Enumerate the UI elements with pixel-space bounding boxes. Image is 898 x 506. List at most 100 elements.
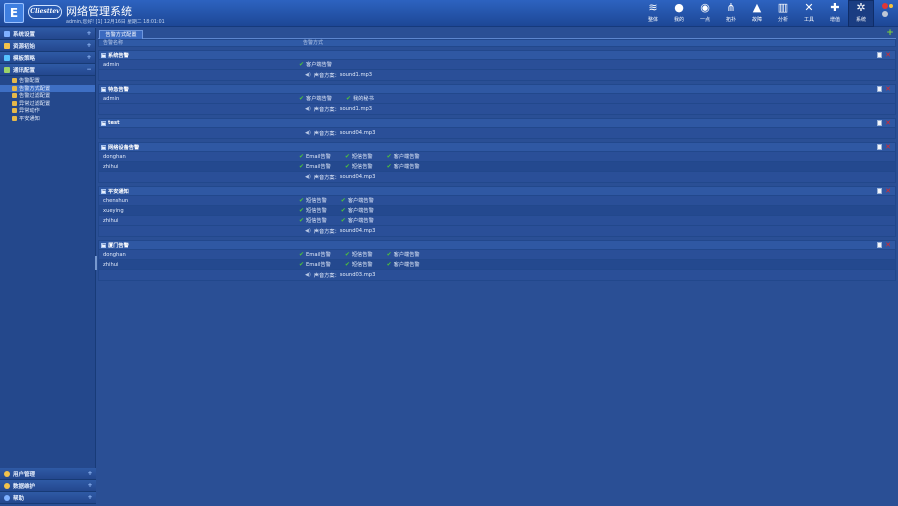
nav-dots[interactable]: ◉ 一点 (692, 0, 718, 27)
alarm-group: − test ✕ ◀) 声音方案： sound04.mp3 (98, 118, 896, 139)
sidebar-section[interactable]: 系统设置 + (0, 28, 95, 40)
status-red-icon[interactable] (882, 3, 888, 9)
check-icon: ✔ (299, 162, 305, 170)
collapse-icon[interactable]: − (101, 242, 106, 248)
dots-icon: ◉ (700, 1, 710, 14)
method-list: ✔ Email告警 ✔ 短信告警 ✔ 客户端告警 (299, 163, 420, 170)
sidebar-section[interactable]: 资源初始 + (0, 40, 95, 52)
speaker-icon: ◀) (305, 130, 311, 136)
sidebar-item[interactable]: 平安通知 (0, 115, 95, 123)
group-header[interactable]: − 厦门告警 ✕ (99, 241, 895, 250)
alarm-method: ✔ 短信告警 (299, 207, 327, 214)
sidebar-item[interactable]: 异常过滤配置 (0, 100, 95, 108)
table-row[interactable]: zhihui ✔ 短信告警 ✔ 客户端告警 (99, 216, 895, 226)
edit-icon[interactable] (877, 242, 882, 248)
table-row[interactable]: admin ✔ 客户端告警 ✔ 我的秘书 (99, 94, 895, 104)
sidebar-section[interactable]: 模板策略 + (0, 52, 95, 64)
table-row[interactable]: donghan ✔ Email告警 ✔ 短信告警 ✔ 客户端告警 (99, 250, 895, 260)
add-button[interactable]: + (886, 29, 894, 38)
expand-toggle-icon[interactable]: + (86, 31, 92, 37)
expand-toggle-icon[interactable]: + (86, 55, 92, 61)
method-label: 客户端告警 (393, 262, 420, 268)
expand-toggle-icon[interactable]: + (87, 471, 93, 477)
group-header[interactable]: − 系统告警 ✕ (99, 51, 895, 60)
check-icon: ✔ (340, 206, 346, 214)
method-label: 短信告警 (351, 262, 373, 268)
alarm-method: ✔ 客户端告警 (387, 163, 420, 170)
check-icon: ✔ (344, 152, 350, 160)
sidebar-item[interactable]: 告警过滤配置 (0, 92, 95, 100)
expand-toggle-icon[interactable]: + (87, 483, 93, 489)
collapse-icon[interactable]: − (101, 188, 106, 194)
nav-plus[interactable]: ✚ 增值 (822, 0, 848, 27)
sidebar-item[interactable]: 异常动作 (0, 107, 95, 115)
check-icon: ✔ (299, 216, 305, 224)
edit-icon[interactable] (877, 52, 882, 58)
delete-icon[interactable]: ✕ (885, 144, 891, 151)
sidebar-item[interactable]: 告警配置 (0, 77, 95, 85)
edit-icon[interactable] (877, 120, 882, 126)
alarm-method: ✔ Email告警 (299, 261, 331, 268)
status-gray-icon[interactable] (882, 11, 888, 17)
delete-icon[interactable]: ✕ (885, 120, 891, 127)
sound-prefix: 声音方案： (313, 228, 340, 235)
nav-label: 分析 (777, 17, 788, 23)
table-row[interactable]: zhihui ✔ Email告警 ✔ 短信告警 ✔ 客户端告警 (99, 162, 895, 172)
collapse-icon[interactable]: − (101, 120, 106, 126)
nav-tools[interactable]: ✕ 工具 (796, 0, 822, 27)
nav-label: 一点 (699, 17, 710, 23)
user-name: donghan (103, 153, 126, 160)
nav-gear[interactable]: ✲ 系统 (848, 0, 874, 27)
table-header: 告警名称 告警方式 (98, 39, 896, 47)
table-row[interactable]: chenshun ✔ 短信告警 ✔ 客户端告警 (99, 196, 895, 206)
speaker-icon: ◀) (305, 174, 311, 180)
nav-chart[interactable]: ▥ 分析 (770, 0, 796, 27)
check-icon: ✔ (345, 94, 352, 102)
expand-toggle-icon[interactable]: + (87, 495, 93, 501)
check-icon: ✔ (299, 94, 305, 102)
tools-icon: ✕ (804, 1, 814, 14)
delete-icon[interactable]: ✕ (885, 242, 891, 249)
edit-icon[interactable] (877, 188, 882, 194)
section-label: 数据维护 (13, 483, 36, 490)
sound-row: ◀) 声音方案： sound03.mp3 (99, 270, 895, 280)
collapse-icon[interactable]: − (101, 144, 106, 150)
collapse-icon[interactable]: − (101, 52, 106, 58)
delete-icon[interactable]: ✕ (885, 188, 891, 195)
edit-icon[interactable] (877, 144, 882, 150)
tab-alarm-method-config[interactable]: 告警方式配置 (99, 30, 143, 39)
table-row[interactable]: zhihui ✔ Email告警 ✔ 短信告警 ✔ 客户端告警 (99, 260, 895, 270)
sound-file: sound04.mp3 (339, 174, 376, 180)
table-row[interactable]: donghan ✔ Email告警 ✔ 短信告警 ✔ 客户端告警 (99, 152, 895, 162)
sidebar-section[interactable]: 帮助 + (0, 492, 96, 504)
method-label: 客户端告警 (347, 218, 374, 224)
sidebar-section[interactable]: 通讯配置 − (0, 64, 95, 76)
collapse-icon[interactable]: − (101, 86, 106, 92)
table-row[interactable]: xueying ✔ 短信告警 ✔ 客户端告警 (99, 206, 895, 216)
nav-layers[interactable]: ≋ 整体 (640, 0, 666, 27)
method-label: Email告警 (306, 252, 331, 258)
sidebar-section[interactable]: 用户管理 + (0, 468, 96, 480)
plus-icon: ✚ (830, 1, 840, 14)
sidebar-item[interactable]: 告警方式配置 (0, 84, 95, 92)
nav-warning[interactable]: ▲ 故障 (744, 0, 770, 27)
sidebar-splitter[interactable] (95, 256, 97, 270)
group-header[interactable]: − 平安通知 ✕ (99, 187, 895, 196)
nav-user[interactable]: ● 我的 (666, 0, 692, 27)
expand-toggle-icon[interactable]: − (86, 67, 92, 73)
sidebar-section[interactable]: 数据维护 + (0, 480, 96, 492)
group-header[interactable]: − 网络设备告警 ✕ (99, 143, 895, 152)
group-header[interactable]: − 特急告警 ✕ (99, 85, 895, 94)
delete-icon[interactable]: ✕ (885, 52, 891, 59)
item-icon (12, 108, 17, 114)
delete-icon[interactable]: ✕ (885, 86, 891, 93)
sidebar-item-label: 告警方式配置 (19, 85, 51, 92)
status-yellow-icon[interactable] (889, 4, 893, 8)
group-header[interactable]: − test ✕ (99, 119, 895, 128)
edit-icon[interactable] (877, 86, 882, 92)
chart-icon: ▥ (777, 1, 789, 14)
table-row[interactable]: admin ✔ 客户端告警 (99, 60, 895, 70)
expand-toggle-icon[interactable]: + (86, 43, 92, 49)
sidebar: 系统设置 + 资源初始 + 模板策略 + 通讯配置 − 告警配置 告警方式配置 告警过滤配置 异常过… (0, 28, 96, 504)
nav-topology[interactable]: ⋔ 拓扑 (718, 0, 744, 27)
